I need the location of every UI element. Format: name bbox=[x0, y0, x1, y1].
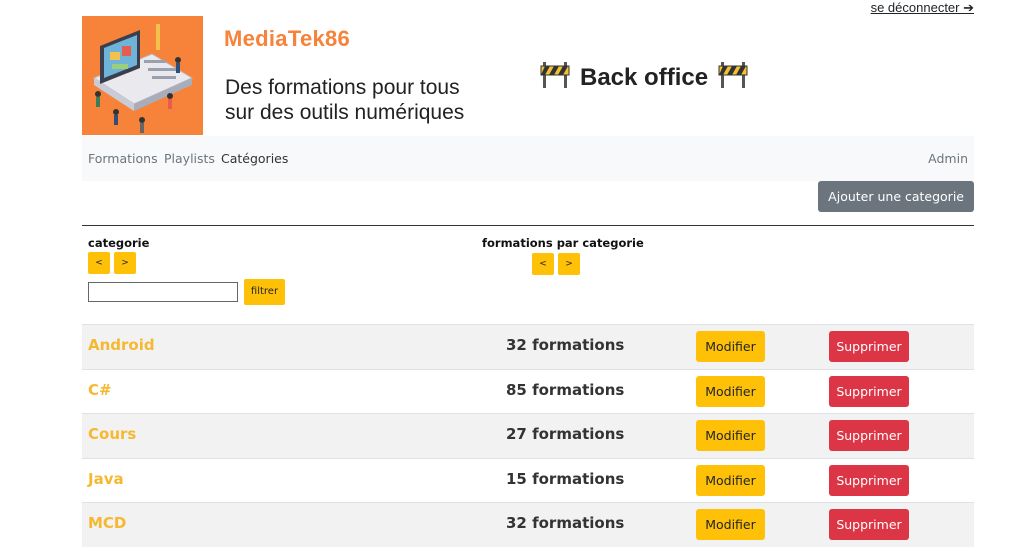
table-row: Java 15 formations Modifier Supprimer bbox=[82, 458, 974, 503]
category-name-link[interactable]: C# bbox=[88, 381, 112, 399]
construction-barrier-icon bbox=[540, 60, 570, 95]
modify-button[interactable]: Modifier bbox=[696, 465, 765, 496]
delete-button[interactable]: Supprimer bbox=[829, 331, 909, 362]
delete-button[interactable]: Supprimer bbox=[829, 509, 909, 540]
category-name-link[interactable]: MCD bbox=[88, 514, 126, 532]
delete-button[interactable]: Supprimer bbox=[829, 376, 909, 407]
brand-title: MediaTek86 bbox=[224, 26, 351, 51]
modify-button[interactable]: Modifier bbox=[696, 376, 765, 407]
delete-button[interactable]: Supprimer bbox=[829, 420, 909, 451]
sort-formations-desc-button[interactable]: > bbox=[558, 253, 580, 275]
nav-playlists[interactable]: Playlists bbox=[164, 151, 215, 166]
navbar: Formations Playlists Catégories Admin bbox=[82, 136, 974, 181]
table-row: MCD 32 formations Modifier Supprimer bbox=[82, 502, 974, 547]
sort-formations-asc-button[interactable]: < bbox=[532, 253, 554, 275]
column-header-categorie: categorie bbox=[88, 236, 150, 250]
modify-button[interactable]: Modifier bbox=[696, 420, 765, 451]
nav-admin[interactable]: Admin bbox=[928, 151, 968, 166]
delete-button[interactable]: Supprimer bbox=[829, 465, 909, 496]
construction-barrier-icon bbox=[718, 60, 748, 95]
category-name-link[interactable]: Java bbox=[88, 470, 124, 488]
page-container: se déconnecter ➔ MediaTek86 Des formatio… bbox=[82, 0, 974, 547]
table-row: Cours 27 formations Modifier Supprimer bbox=[82, 413, 974, 458]
category-name-link[interactable]: Android bbox=[88, 336, 155, 354]
filter-input[interactable] bbox=[88, 282, 238, 302]
formations-count: 85 formations bbox=[506, 381, 625, 399]
category-name-link[interactable]: Cours bbox=[88, 425, 136, 443]
formations-count: 27 formations bbox=[506, 425, 625, 443]
tagline-line-1: Des formations pour tous bbox=[225, 76, 460, 99]
logout-link[interactable]: se déconnecter ➔ bbox=[871, 0, 974, 16]
sort-categorie-desc-button[interactable]: > bbox=[114, 252, 136, 274]
modify-button[interactable]: Modifier bbox=[696, 331, 765, 362]
modify-button[interactable]: Modifier bbox=[696, 509, 765, 540]
tagline-line-2: sur des outils numériques bbox=[225, 101, 465, 124]
nav-formations[interactable]: Formations bbox=[88, 151, 158, 166]
add-category-button[interactable]: Ajouter une categorie bbox=[818, 181, 974, 212]
table-row: Android 32 formations Modifier Supprimer bbox=[82, 324, 974, 369]
banner-illustration bbox=[82, 16, 203, 135]
column-header-formations: formations par categorie bbox=[482, 236, 644, 250]
sort-categorie-asc-button[interactable]: < bbox=[88, 252, 110, 274]
backoffice-heading: Back office bbox=[540, 60, 748, 95]
nav-categories[interactable]: Catégories bbox=[221, 151, 288, 166]
formations-count: 15 formations bbox=[506, 470, 625, 488]
formations-count: 32 formations bbox=[506, 514, 625, 532]
divider bbox=[82, 225, 974, 226]
backoffice-title: Back office bbox=[580, 63, 709, 91]
tagline: Des formations pour tous sur des outils … bbox=[225, 75, 525, 125]
formations-count: 32 formations bbox=[506, 336, 625, 354]
filter-button[interactable]: filtrer bbox=[244, 279, 285, 305]
table-row: C# 85 formations Modifier Supprimer bbox=[82, 369, 974, 414]
